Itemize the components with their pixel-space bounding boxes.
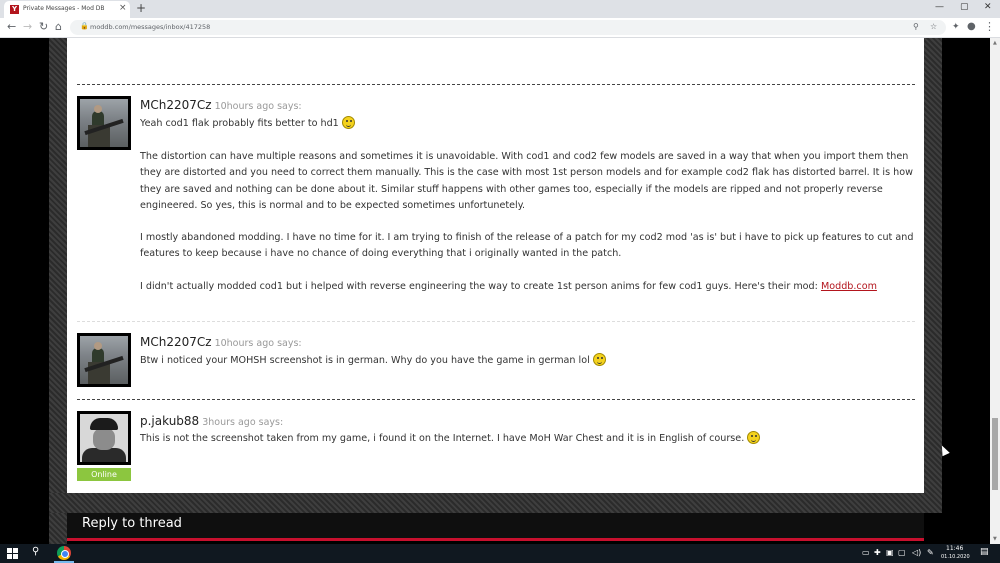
volume-icon[interactable]: ◁) [912, 548, 921, 557]
bottom-border-pattern [49, 493, 942, 513]
network-icon[interactable]: ✚ [874, 548, 881, 557]
lock-icon: 🔒 [80, 22, 89, 30]
avatar[interactable] [77, 333, 131, 387]
clock-time[interactable]: 11:46 [946, 545, 963, 552]
reload-icon[interactable]: ↻ [39, 21, 48, 33]
grin-icon [747, 431, 761, 444]
maximize-button[interactable]: ▢ [960, 2, 969, 12]
action-center-icon[interactable]: ▤ [980, 547, 989, 557]
post-text: Yeah cod1 flak probably fits better to h… [140, 116, 918, 132]
smiley-icon [341, 116, 355, 129]
zoom-icon[interactable]: ⚲ [913, 22, 919, 31]
post-author: MCh2207Cz 10hours ago says: [140, 98, 302, 112]
scroll-down-icon[interactable]: ▼ [993, 536, 997, 542]
post-paragraph: I mostly abandoned modding. I have no ti… [140, 232, 914, 260]
display-icon[interactable]: ▣ [886, 548, 894, 557]
message-icon[interactable]: ▢ [898, 548, 906, 557]
post-author: MCh2207Cz 10hours ago says: [140, 335, 302, 349]
close-window-button[interactable]: ✕ [984, 2, 992, 12]
url-text[interactable]: moddb.com/messages/inbox/417258 [90, 23, 210, 31]
tab-close-icon[interactable]: × [119, 3, 127, 13]
moddb-favicon-icon: Y [10, 5, 19, 14]
post-text: This is not the screenshot taken from my… [140, 431, 918, 447]
post-text: I didn't actually modded cod1 but i help… [140, 279, 918, 295]
post-time: 10hours ago says: [214, 338, 302, 349]
extensions-icon[interactable]: ✦ [952, 21, 960, 33]
left-border-pattern [49, 38, 67, 544]
author-link[interactable]: MCh2207Cz [140, 98, 212, 112]
scrollbar-thumb[interactable] [992, 418, 998, 490]
avatar-image [80, 414, 128, 462]
reply-title: Reply to thread [82, 516, 182, 531]
author-link[interactable]: p.jakub88 [140, 414, 199, 428]
star-icon[interactable]: ☆ [930, 22, 937, 31]
profile-icon[interactable]: ● [967, 21, 976, 33]
author-link[interactable]: MCh2207Cz [140, 335, 212, 349]
post-paragraph: This is not the screenshot taken from my… [140, 433, 745, 444]
avatar-image [80, 99, 128, 147]
address-bar[interactable]: 🔒 moddb.com/messages/inbox/417258 ⚲ ☆ [70, 20, 946, 35]
browser-toolbar: ← → ↻ ⌂ 🔒 moddb.com/messages/inbox/41725… [0, 18, 1000, 38]
message-thread: MCh2207Cz 10hours ago says: Yeah cod1 fla… [67, 38, 924, 493]
windows-start-icon[interactable] [7, 548, 18, 559]
scroll-up-icon[interactable]: ▲ [993, 40, 997, 46]
menu-icon[interactable]: ⋮ [984, 21, 995, 33]
reply-accent-bar [67, 538, 924, 541]
online-status-badge: Online [77, 468, 131, 481]
notification-tray-icon[interactable]: ▭ [862, 548, 870, 557]
browser-chrome: Y Private Messages - Mod DB × + — ▢ ✕ ← … [0, 0, 1000, 38]
post-author: p.jakub88 3hours ago says: [140, 414, 283, 428]
post-text: Btw i noticed your MOHSH screenshot is i… [140, 353, 918, 369]
new-tab-button[interactable]: + [136, 1, 146, 15]
post-paragraph: The distortion can have multiple reasons… [140, 151, 913, 212]
browser-tab[interactable]: Y Private Messages - Mod DB × [4, 1, 130, 18]
avatar[interactable] [77, 96, 131, 150]
chrome-icon[interactable] [57, 546, 71, 560]
pen-icon[interactable]: ✎ [927, 548, 934, 557]
post-divider [77, 321, 915, 322]
post-divider [77, 399, 915, 400]
avatar-image [80, 336, 128, 384]
post-time: 3hours ago says: [202, 417, 284, 428]
taskbar: ⚲ ▭ ✚ ▣ ▢ ◁) ✎ 11:46 01.10.2020 ▤ [0, 544, 1000, 563]
minimize-button[interactable]: — [935, 2, 944, 12]
forward-icon[interactable]: → [23, 21, 32, 33]
back-icon[interactable]: ← [7, 21, 16, 33]
tab-strip: Y Private Messages - Mod DB × + — ▢ ✕ [0, 0, 1000, 18]
tab-title: Private Messages - Mod DB [23, 5, 105, 12]
search-icon[interactable]: ⚲ [32, 546, 39, 557]
avatar[interactable] [77, 411, 131, 465]
reply-header: Reply to thread [67, 513, 924, 538]
right-border-pattern [924, 38, 942, 500]
home-icon[interactable]: ⌂ [55, 21, 62, 33]
moddb-link[interactable]: Moddb.com [821, 281, 877, 292]
post-time: 10hours ago says: [214, 101, 302, 112]
post-paragraph: I didn't actually modded cod1 but i help… [140, 281, 818, 292]
post-paragraph: Btw i noticed your MOHSH screenshot is i… [140, 355, 590, 366]
smiley-icon [592, 353, 606, 366]
post-paragraph: Yeah cod1 flak probably fits better to h… [140, 118, 339, 129]
clock-date[interactable]: 01.10.2020 [941, 554, 970, 560]
post-divider [77, 84, 915, 85]
